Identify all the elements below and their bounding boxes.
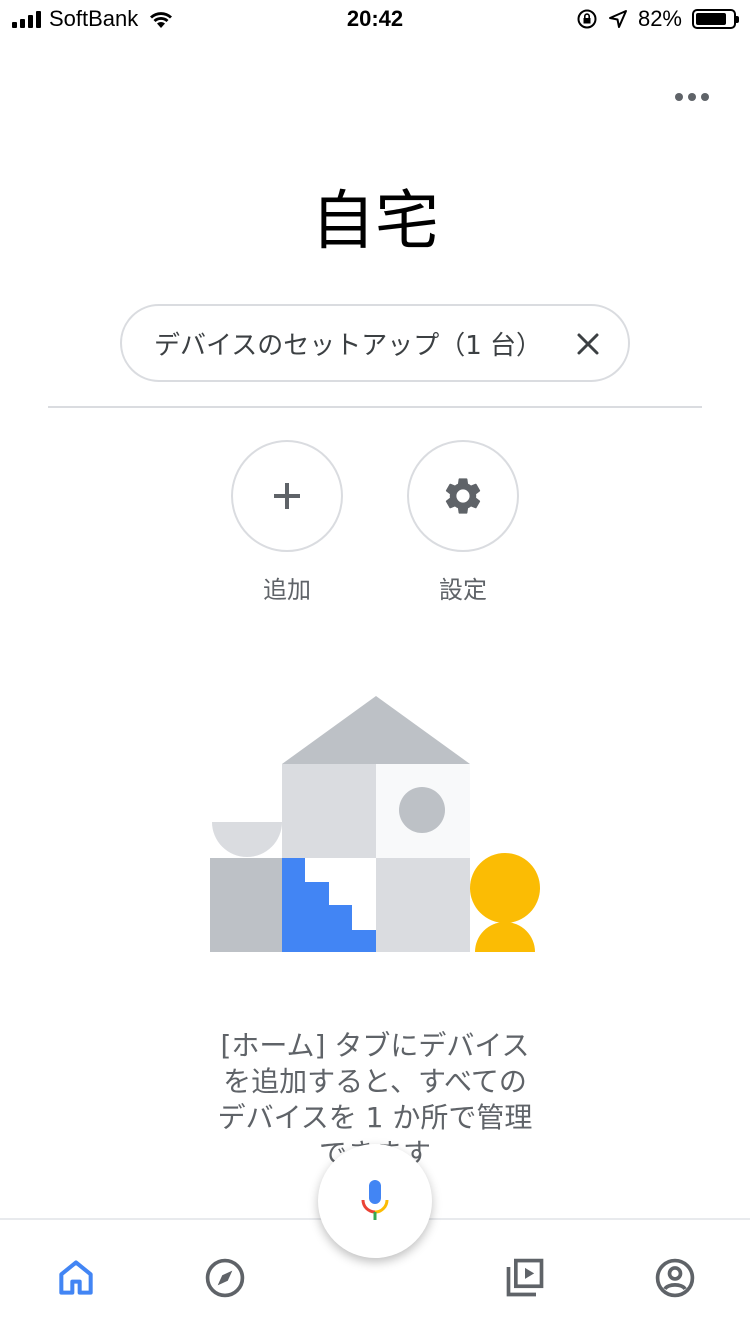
voice-assistant-button[interactable] bbox=[318, 1144, 432, 1258]
settings-button[interactable] bbox=[407, 440, 519, 552]
orientation-lock-icon bbox=[577, 9, 597, 29]
device-setup-chip[interactable]: デバイスのセットアップ（1 台） bbox=[120, 304, 630, 382]
add-action[interactable]: 追加 bbox=[231, 440, 343, 605]
page-title: 自宅 bbox=[311, 185, 439, 259]
battery-percent: 82% bbox=[637, 6, 682, 31]
status-right: 82% bbox=[576, 6, 739, 32]
add-label: 追加 bbox=[263, 576, 311, 604]
illustration-window bbox=[399, 787, 445, 833]
plus-icon bbox=[274, 483, 300, 509]
more-dot bbox=[688, 93, 696, 101]
empty-state-line: を追加すると、すべての bbox=[223, 1065, 527, 1098]
location-icon bbox=[608, 10, 627, 28]
more-options-button[interactable] bbox=[670, 82, 714, 112]
empty-state-line: [ホーム] タブにデバイス bbox=[220, 1029, 530, 1062]
add-button[interactable] bbox=[231, 440, 343, 552]
media-icon[interactable] bbox=[503, 1256, 547, 1300]
account-icon[interactable] bbox=[653, 1256, 697, 1300]
mic-icon bbox=[361, 1180, 389, 1220]
status-bar: SoftBank 20:42 82% bbox=[0, 0, 750, 40]
more-dot bbox=[675, 93, 683, 101]
illustration-roof bbox=[282, 696, 470, 764]
illustration-bowl bbox=[212, 822, 282, 857]
explore-icon[interactable] bbox=[203, 1256, 247, 1300]
gear-icon bbox=[445, 478, 481, 514]
divider bbox=[48, 406, 702, 408]
illustration-person-body bbox=[475, 922, 535, 952]
illustration-block bbox=[210, 858, 282, 952]
more-dot bbox=[701, 93, 709, 101]
empty-state-line: デバイスを 1 か所で管理 bbox=[217, 1101, 533, 1134]
battery-icon bbox=[692, 9, 739, 29]
illustration-block bbox=[376, 858, 470, 952]
illustration-person-head bbox=[470, 853, 540, 923]
home-icon[interactable] bbox=[54, 1256, 98, 1300]
settings-action[interactable]: 設定 bbox=[407, 440, 519, 605]
home-illustration bbox=[210, 696, 540, 952]
illustration-block bbox=[282, 764, 376, 858]
device-setup-label: デバイスのセットアップ（1 台） bbox=[154, 330, 543, 361]
close-icon[interactable] bbox=[568, 324, 608, 364]
settings-label: 設定 bbox=[439, 576, 487, 604]
